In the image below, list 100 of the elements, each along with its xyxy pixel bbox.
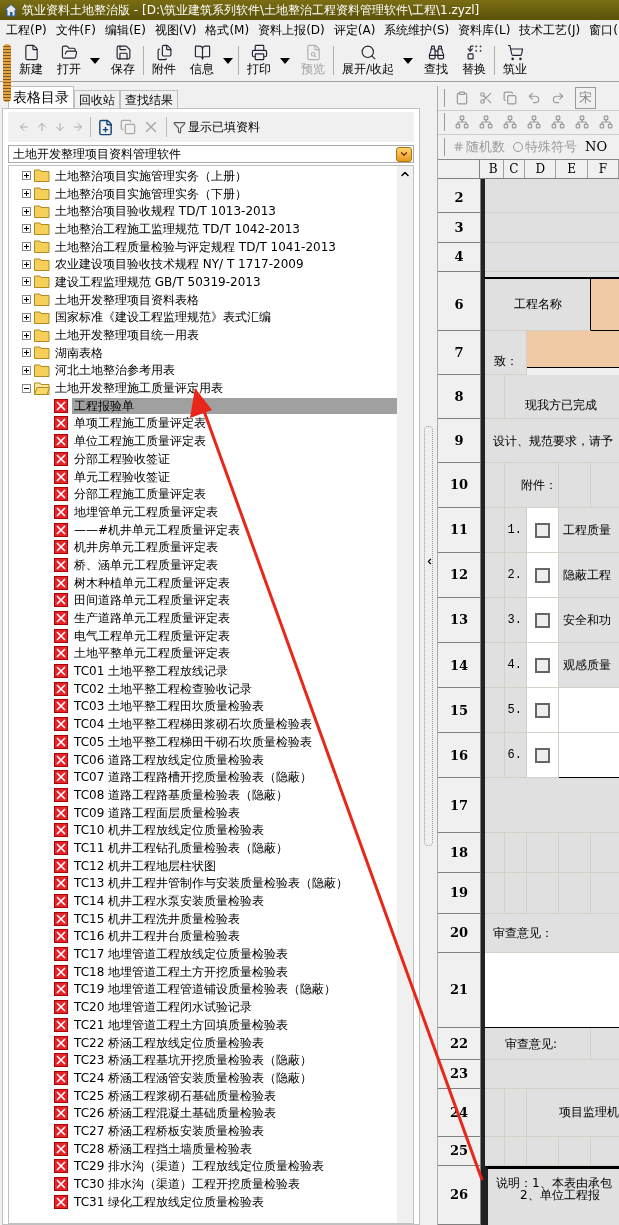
- form-item[interactable]: TC02 土地平整工程检查验收记录: [72, 680, 255, 697]
- form-item[interactable]: 地埋管单元工程质量评定表: [72, 503, 220, 520]
- folder-label[interactable]: 土地整治工程质量检验与评定规程 TD/T 1041-2013: [53, 240, 336, 253]
- input-field[interactable]: [527, 330, 619, 369]
- folder-label[interactable]: 土地开发整理施工质量评定用表: [53, 382, 223, 395]
- form-item[interactable]: 工程报验单: [72, 397, 397, 414]
- expand-icon[interactable]: [22, 295, 31, 305]
- form-item[interactable]: 土地平整单元工程质量评定表: [72, 645, 232, 662]
- folder-label[interactable]: 土地整治项目实施管理实务（上册）: [53, 169, 247, 182]
- form-item[interactable]: 分部工程施工质量评定表: [72, 486, 208, 503]
- form-item[interactable]: TC25 桥涵工程浆砌石基础质量检验表: [72, 1087, 279, 1104]
- form-item[interactable]: 田间道路单元工程质量评定表: [72, 592, 232, 609]
- form-item[interactable]: TC26 桥涵工程混凝土基础质量检验表: [72, 1105, 279, 1122]
- column-header[interactable]: F: [587, 159, 619, 179]
- toolbar-button[interactable]: 附件: [146, 40, 182, 81]
- row-number[interactable]: 9: [438, 419, 481, 464]
- form-item[interactable]: 单元工程验收签证: [72, 468, 172, 485]
- row-number[interactable]: 8: [438, 374, 481, 419]
- folder-label[interactable]: 国家标准《建设工程监理规范》表式汇编: [53, 311, 271, 324]
- row-number[interactable]: 13: [438, 598, 481, 644]
- checkbox[interactable]: [535, 747, 550, 763]
- form-item[interactable]: TC07 道路工程路槽开挖质量检验表（隐蔽）: [72, 769, 315, 786]
- menu-item[interactable]: 窗口(: [589, 21, 618, 39]
- input-field[interactable]: [591, 279, 619, 331]
- form-item[interactable]: 电气工程单元工程质量评定表: [72, 627, 232, 644]
- toolbar-button[interactable]: 筑业: [497, 40, 534, 81]
- input-field[interactable]: [485, 952, 619, 1029]
- toolbar-button[interactable]: 打印: [241, 40, 277, 81]
- form-item[interactable]: 桥、涵单元工程质量评定表: [72, 556, 220, 573]
- form-item[interactable]: TC21 地埋管道工程土方回填质量检验表: [72, 1016, 291, 1033]
- folder-label[interactable]: 土地开发整理项目资料表格: [53, 293, 199, 306]
- row-number[interactable]: 2: [438, 184, 481, 214]
- form-item[interactable]: TC19 地埋管道工程管道铺设质量检验表（隐蔽）: [72, 981, 339, 998]
- expand-icon[interactable]: [22, 312, 31, 322]
- add-document-icon[interactable]: [97, 118, 114, 136]
- row-number[interactable]: 23: [438, 1060, 481, 1089]
- column-header[interactable]: D: [525, 159, 557, 179]
- form-item[interactable]: TC14 机井工程水泵安装质量检验表: [72, 893, 267, 910]
- expand-icon[interactable]: [22, 330, 31, 340]
- checkbox[interactable]: [535, 522, 550, 538]
- form-item[interactable]: TC15 机井工程洗井质量检验表: [72, 910, 243, 927]
- row-number[interactable]: 11: [438, 508, 481, 554]
- expand-icon[interactable]: [22, 242, 31, 252]
- toolbar-button[interactable]: 查找: [418, 40, 455, 81]
- form-item[interactable]: 分部工程验收签证: [72, 450, 172, 467]
- form-item[interactable]: TC29 排水沟（渠道）工程放线定位质量检验表: [72, 1158, 327, 1175]
- column-header[interactable]: C: [503, 159, 526, 179]
- row-number[interactable]: 21: [438, 952, 481, 1029]
- folder-label[interactable]: 土地整治项目验收规程 TD/T 1013-2013: [53, 205, 276, 218]
- menu-item[interactable]: 评定(A): [333, 21, 376, 39]
- form-item[interactable]: TC28 桥涵工程挡土墙质量检验表: [72, 1140, 255, 1157]
- form-item[interactable]: TC09 道路工程面层质量检验表: [72, 804, 243, 821]
- toolbar-button[interactable]: 展开/收起: [336, 40, 401, 81]
- toolbar-grip[interactable]: [3, 44, 11, 102]
- dropdown-caret-icon[interactable]: [90, 57, 100, 64]
- form-item[interactable]: TC11 机井工程钻孔质量检验表（隐蔽）: [72, 839, 291, 856]
- row-number[interactable]: 14: [438, 643, 481, 689]
- folder-label[interactable]: 土地整治工程施工监理规范 TD/T 1042-2013: [53, 222, 300, 235]
- form-item[interactable]: TC22 桥涵工程放线定位质量检验表: [72, 1034, 267, 1051]
- folder-label[interactable]: 建设工程监理规范 GB/T 50319-2013: [53, 275, 261, 288]
- expand-icon[interactable]: [22, 348, 31, 358]
- checkbox[interactable]: [535, 612, 550, 628]
- dropdown-caret-icon[interactable]: [403, 57, 414, 64]
- expand-icon[interactable]: [22, 189, 31, 199]
- form-item[interactable]: 单项工程施工质量评定表: [72, 415, 208, 432]
- folder-label[interactable]: 湖南表格: [53, 346, 103, 359]
- row-number[interactable]: 12: [438, 553, 481, 599]
- dropdown-caret-icon[interactable]: [223, 57, 233, 64]
- menu-item[interactable]: 技术工艺(J): [519, 21, 581, 39]
- form-item[interactable]: TC17 地埋管道工程放线定位质量检验表: [72, 946, 291, 963]
- form-item[interactable]: TC18 地埋管道工程土方开挖质量检验表: [72, 963, 291, 980]
- folder-label[interactable]: 土地整治项目实施管理实务（下册）: [53, 187, 247, 200]
- toolbar-button[interactable]: 替换: [456, 40, 493, 81]
- row-number[interactable]: 18: [438, 833, 481, 874]
- tab[interactable]: 回收站: [74, 90, 120, 108]
- menu-item[interactable]: 资料上报(D): [258, 21, 325, 39]
- expand-icon[interactable]: [22, 277, 31, 287]
- form-item[interactable]: TC20 地埋管道工程闭水试验记录: [72, 999, 255, 1016]
- row-number[interactable]: 6: [438, 279, 481, 331]
- input-field[interactable]: [559, 733, 619, 779]
- expand-icon[interactable]: [22, 259, 31, 269]
- checkbox[interactable]: [535, 702, 550, 718]
- row-number[interactable]: 10: [438, 463, 481, 509]
- dropdown-caret-icon[interactable]: [280, 57, 290, 64]
- form-item[interactable]: TC05 土地平整工程梯田干砌石坎质量检验表: [72, 733, 315, 750]
- folder-label[interactable]: 农业建设项目验收技术规程 NY/ T 1717-2009: [53, 258, 304, 271]
- form-item[interactable]: TC23 桥涵工程基坑开挖质量检验表（隐蔽）: [72, 1052, 315, 1069]
- expand-icon[interactable]: [22, 365, 31, 375]
- row-number[interactable]: 20: [438, 913, 481, 953]
- form-item[interactable]: 生产道路单元工程质量评定表: [72, 610, 232, 627]
- form-item[interactable]: TC30 排水沟（渠道）工程开挖质量检验表: [72, 1176, 303, 1193]
- checkbox[interactable]: [535, 657, 550, 673]
- tab[interactable]: 表格目录: [8, 86, 74, 108]
- column-header[interactable]: B: [483, 159, 504, 179]
- form-item[interactable]: TC12 机井工程地层柱状图: [72, 857, 219, 874]
- expand-icon[interactable]: [22, 171, 31, 181]
- menu-item[interactable]: 格式(M): [205, 21, 250, 39]
- form-item[interactable]: ——#机井单元工程质量评定表: [72, 521, 243, 538]
- folder-label[interactable]: 土地开发整理项目统一用表: [53, 329, 199, 342]
- row-number[interactable]: 3: [438, 213, 481, 243]
